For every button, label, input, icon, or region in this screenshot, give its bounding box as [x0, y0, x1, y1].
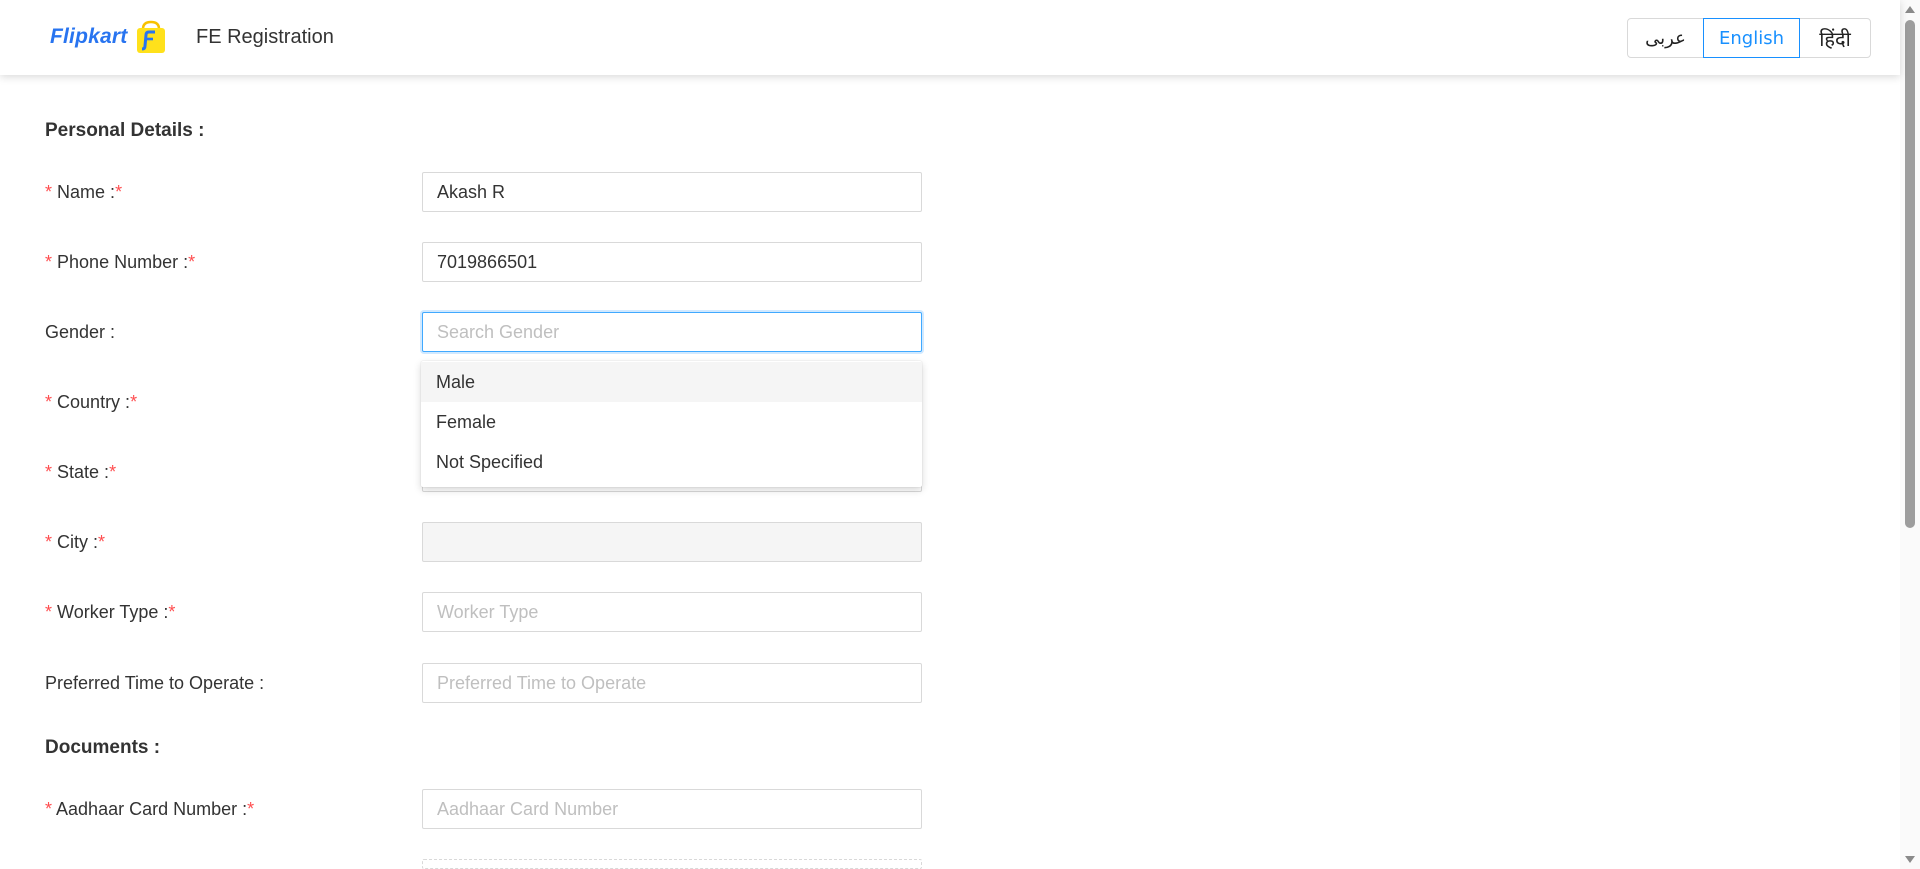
- page-title: FE Registration: [196, 26, 334, 48]
- required-mark: *: [45, 602, 53, 622]
- lang-button-english[interactable]: English: [1703, 18, 1800, 58]
- scroll-up-arrow-icon[interactable]: [1905, 6, 1915, 13]
- gender-dropdown: Male Female Not Specified: [421, 361, 922, 487]
- worker-type-label: * Worker Type :*: [45, 600, 175, 624]
- city-label-text: City :: [57, 532, 99, 552]
- logo-text: Flipkart: [50, 25, 128, 48]
- flipkart-bag-icon: [137, 20, 166, 53]
- required-mark: *: [98, 532, 106, 552]
- aadhaar-label: * Aadhaar Card Number :*: [45, 797, 254, 821]
- gender-search-input[interactable]: [422, 312, 922, 352]
- country-label-text: Country :: [57, 392, 131, 412]
- gender-label: Gender :: [45, 320, 115, 344]
- gender-option-not-specified[interactable]: Not Specified: [421, 442, 922, 482]
- page-scrollbar[interactable]: [1900, 0, 1920, 869]
- state-label: * State :*: [45, 460, 116, 484]
- required-mark: *: [45, 392, 53, 412]
- language-switcher: عربى English हिंदी: [1627, 18, 1871, 58]
- country-label: * Country :*: [45, 390, 137, 414]
- lang-button-hindi[interactable]: हिंदी: [1799, 18, 1871, 58]
- gender-option-male[interactable]: Male: [421, 362, 922, 402]
- required-mark: *: [130, 392, 138, 412]
- preferred-time-label-text: Preferred Time to Operate :: [45, 673, 265, 693]
- gender-label-text: Gender :: [45, 322, 116, 342]
- required-mark: *: [45, 252, 53, 272]
- name-label-text: Name :: [57, 182, 116, 202]
- worker-type-select[interactable]: [422, 592, 922, 632]
- scrollbar-thumb[interactable]: [1905, 20, 1915, 528]
- section-title-personal-details: Personal Details :: [45, 120, 205, 141]
- state-label-text: State :: [57, 462, 110, 482]
- lang-button-arabic[interactable]: عربى: [1627, 18, 1704, 58]
- phone-label-text: Phone Number :: [57, 252, 189, 272]
- phone-label: * Phone Number :*: [45, 250, 195, 274]
- required-mark: *: [109, 462, 117, 482]
- required-mark: *: [45, 799, 53, 819]
- document-upload-area[interactable]: [422, 859, 922, 869]
- scroll-down-arrow-icon[interactable]: [1905, 856, 1915, 863]
- required-mark: *: [45, 532, 53, 552]
- gender-option-female[interactable]: Female: [421, 402, 922, 442]
- aadhaar-input[interactable]: [422, 789, 922, 829]
- city-label: * City :*: [45, 530, 105, 554]
- required-mark: *: [45, 462, 53, 482]
- name-input[interactable]: [422, 172, 922, 212]
- app-header: Flipkart FE Registration عربى English हि…: [0, 0, 1900, 75]
- required-mark: *: [45, 182, 53, 202]
- required-mark: *: [168, 602, 176, 622]
- name-label: * Name :*: [45, 180, 122, 204]
- aadhaar-label-text: Aadhaar Card Number :: [56, 799, 248, 819]
- flipkart-logo[interactable]: Flipkart: [50, 20, 168, 54]
- preferred-time-select[interactable]: [422, 663, 922, 703]
- preferred-time-label: Preferred Time to Operate :: [45, 671, 264, 695]
- phone-input[interactable]: [422, 242, 922, 282]
- section-title-documents: Documents :: [45, 737, 161, 758]
- required-mark: *: [247, 799, 255, 819]
- city-input[interactable]: [422, 522, 922, 562]
- worker-type-label-text: Worker Type :: [57, 602, 169, 622]
- required-mark: *: [115, 182, 123, 202]
- required-mark: *: [188, 252, 196, 272]
